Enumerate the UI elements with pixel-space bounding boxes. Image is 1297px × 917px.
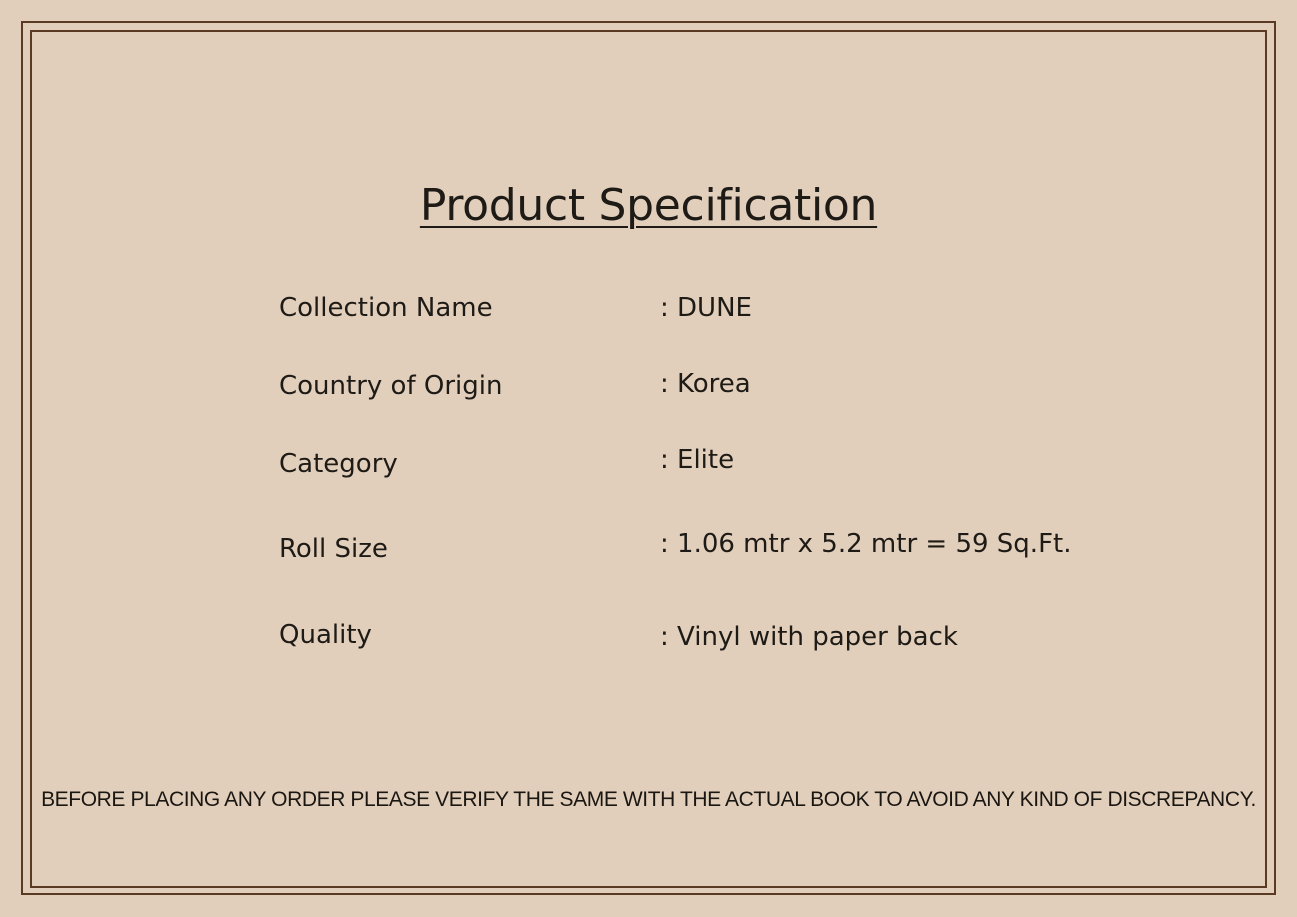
- spec-label-quality: Quality: [279, 620, 372, 650]
- spec-value-category: : Elite: [660, 445, 735, 475]
- page-title-text: Product Specification: [419, 180, 878, 231]
- inner-border: [30, 30, 1267, 888]
- spec-value-quality: : Vinyl with paper back: [660, 622, 958, 652]
- spec-value-country-of-origin: : Korea: [660, 369, 751, 399]
- spec-label-collection-name: Collection Name: [279, 293, 493, 323]
- spec-value-collection-name: : DUNE: [660, 293, 752, 323]
- spec-label-category: Category: [279, 449, 398, 479]
- order-notice: BEFORE PLACING ANY ORDER PLEASE VERIFY T…: [41, 788, 1256, 811]
- spec-label-country-of-origin: Country of Origin: [279, 371, 503, 401]
- page-title: Product Specification: [0, 176, 1297, 236]
- spec-value-roll-size: : 1.06 mtr x 5.2 mtr = 59 Sq.Ft.: [660, 529, 1072, 559]
- spec-label-roll-size: Roll Size: [279, 534, 388, 564]
